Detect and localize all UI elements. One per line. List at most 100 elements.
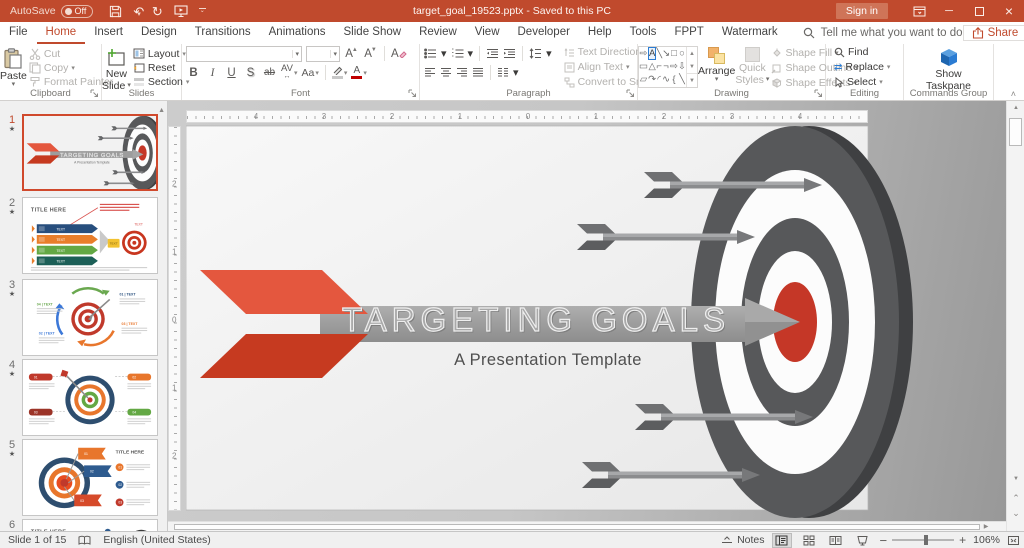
bullets-icon[interactable] xyxy=(424,48,437,59)
shape-triangle-icon[interactable]: △ xyxy=(648,60,656,73)
shape-line-arrow-icon[interactable]: ↘ xyxy=(662,47,670,60)
hscroll-thumb[interactable] xyxy=(174,524,980,530)
sign-in-button[interactable]: Sign in xyxy=(836,3,888,19)
previous-slide-button[interactable]: ⌃ xyxy=(1007,494,1024,502)
tab-review[interactable]: Review xyxy=(410,22,466,44)
tab-animations[interactable]: Animations xyxy=(260,22,335,44)
new-slide-button[interactable]: New Slide▾ xyxy=(102,46,131,88)
tab-slide-show[interactable]: Slide Show xyxy=(335,22,411,44)
change-case-button[interactable]: Aa▾ xyxy=(301,65,318,81)
normal-view-button[interactable] xyxy=(772,533,792,548)
italic-button[interactable]: I xyxy=(205,65,220,81)
strikethrough-button[interactable]: ab xyxy=(262,65,277,81)
font-size-combo[interactable]: ▾ xyxy=(306,46,340,62)
grow-font-button[interactable]: A▲ xyxy=(344,46,359,62)
tab-developer[interactable]: Developer xyxy=(509,22,579,44)
quick-styles-button[interactable]: Quick Styles▾ xyxy=(735,45,769,90)
ribbon-display-options-icon[interactable] xyxy=(904,0,934,22)
paste-button[interactable]: Paste ▾ xyxy=(0,46,27,88)
font-dialog-launcher-icon[interactable] xyxy=(408,89,417,98)
find-button[interactable]: Find xyxy=(832,45,903,59)
replace-button[interactable]: ⇄ Replace▾ xyxy=(832,60,903,74)
clipboard-dialog-launcher-icon[interactable] xyxy=(90,89,99,98)
vscroll-down-icon[interactable]: ▼ xyxy=(1007,476,1024,482)
font-color-button[interactable]: A ▾ xyxy=(351,65,367,81)
increase-indent-icon[interactable] xyxy=(503,48,516,59)
tab-transitions[interactable]: Transitions xyxy=(186,22,260,44)
shape-curve-icon[interactable]: ∿ xyxy=(662,74,670,87)
tab-fppt[interactable]: FPPT xyxy=(665,22,712,44)
vertical-scrollbar[interactable]: ▲ ▼ ⌃ ⌄ xyxy=(1006,101,1024,531)
line-spacing-icon[interactable] xyxy=(529,48,542,59)
shape-block-arrow-icon[interactable]: ⇨ xyxy=(670,60,678,73)
numbering-icon[interactable] xyxy=(451,48,464,59)
gallery-scroll-down-icon[interactable]: ▼ xyxy=(687,60,697,73)
paragraph-dialog-launcher-icon[interactable] xyxy=(626,89,635,98)
fit-to-window-icon[interactable] xyxy=(1007,535,1020,546)
font-name-combo[interactable]: ▾ xyxy=(186,46,302,62)
align-left-icon[interactable] xyxy=(424,67,436,78)
language-indicator[interactable]: English (United States) xyxy=(103,534,210,546)
zoom-level[interactable]: 106% xyxy=(973,534,1000,546)
shape-rectangle-icon[interactable]: □ xyxy=(670,47,678,60)
align-center-icon[interactable] xyxy=(440,67,452,78)
next-slide-button[interactable]: ⌄ xyxy=(1007,509,1024,517)
slide-show-button[interactable] xyxy=(853,533,873,548)
thumbpanel-scroll-up-icon[interactable]: ▲ xyxy=(158,107,165,114)
select-button[interactable]: Select▾ xyxy=(832,75,903,89)
collapse-ribbon-icon[interactable]: ˄ xyxy=(1011,89,1016,99)
shape-oval-icon[interactable]: ○ xyxy=(678,47,686,60)
underline-button[interactable]: U xyxy=(224,65,239,81)
tab-home[interactable]: Home xyxy=(37,22,86,44)
align-right-icon[interactable] xyxy=(456,67,468,78)
highlight-color-button[interactable]: ▾ xyxy=(332,65,348,81)
shape-scribble-icon[interactable]: ╲ xyxy=(678,74,686,87)
redo-icon[interactable]: ↻ xyxy=(152,5,163,18)
slide-title-text[interactable]: TARGETING GOALS xyxy=(336,301,736,339)
undo-dropdown[interactable]: ▾ xyxy=(137,10,141,18)
character-spacing-button[interactable]: AV↔▾ xyxy=(281,65,297,81)
tab-tools[interactable]: Tools xyxy=(621,22,666,44)
tab-insert[interactable]: Insert xyxy=(85,22,132,44)
slide-counter[interactable]: Slide 1 of 15 xyxy=(8,534,66,546)
horizontal-scrollbar[interactable]: ▶ xyxy=(168,521,1006,531)
tab-design[interactable]: Design xyxy=(132,22,186,44)
shape-parallelogram-icon[interactable]: ▱ xyxy=(639,74,648,87)
zoom-out-button[interactable]: − xyxy=(880,533,888,548)
close-button[interactable]: × xyxy=(994,0,1024,22)
shape-arrow-right-icon[interactable]: ⇨ xyxy=(639,47,648,60)
vertical-ruler[interactable]: 21012 xyxy=(168,126,181,511)
shape-down-arrow-icon[interactable]: ⇩ xyxy=(678,60,686,73)
vscroll-thumb[interactable] xyxy=(1009,118,1022,146)
tab-watermark[interactable]: Watermark xyxy=(713,22,787,44)
text-shadow-button[interactable]: S xyxy=(243,65,258,81)
gallery-more-icon[interactable]: ▼ xyxy=(687,73,697,87)
zoom-slider[interactable] xyxy=(892,539,954,541)
tab-help[interactable]: Help xyxy=(579,22,621,44)
decrease-indent-icon[interactable] xyxy=(486,48,499,59)
start-slideshow-icon[interactable] xyxy=(174,5,188,18)
shrink-font-button[interactable]: A▼ xyxy=(363,46,378,62)
shape-gallery[interactable]: ⇨ A ╲ ↘ □ ○ ▭ △ ⌐ ¬ ⇨ ⇩ ▱ ↷ ◜ xyxy=(638,46,698,88)
hscroll-right-icon[interactable]: ▶ xyxy=(980,523,992,530)
columns-icon[interactable] xyxy=(497,67,509,78)
shape-curved-arrow-icon[interactable]: ↷ xyxy=(648,74,656,87)
drawing-dialog-launcher-icon[interactable] xyxy=(814,89,823,98)
reading-view-button[interactable] xyxy=(826,533,846,548)
slide-sorter-view-button[interactable] xyxy=(799,533,819,548)
gallery-scroll-up-icon[interactable]: ▲ xyxy=(687,47,697,60)
tab-view[interactable]: View xyxy=(466,22,509,44)
clear-formatting-button[interactable]: A xyxy=(391,46,407,62)
justify-icon[interactable] xyxy=(472,67,484,78)
vscroll-up-icon[interactable]: ▲ xyxy=(1007,105,1024,111)
autosave-toggle[interactable]: AutoSave Off xyxy=(10,5,93,18)
notes-toggle[interactable]: Notes xyxy=(721,534,764,546)
show-taskpane-button[interactable]: Show Taskpane xyxy=(919,46,979,88)
spell-check-icon[interactable] xyxy=(78,535,91,546)
bold-button[interactable]: B xyxy=(186,65,201,81)
restore-button[interactable] xyxy=(964,0,994,22)
tab-file[interactable]: File xyxy=(0,22,37,44)
shape-elbow2-icon[interactable]: ¬ xyxy=(662,60,670,73)
slide-subtitle-text[interactable]: A Presentation Template xyxy=(398,351,698,370)
slide-editing-area[interactable]: TARGETING GOALS A Presentation Template xyxy=(186,120,1000,522)
